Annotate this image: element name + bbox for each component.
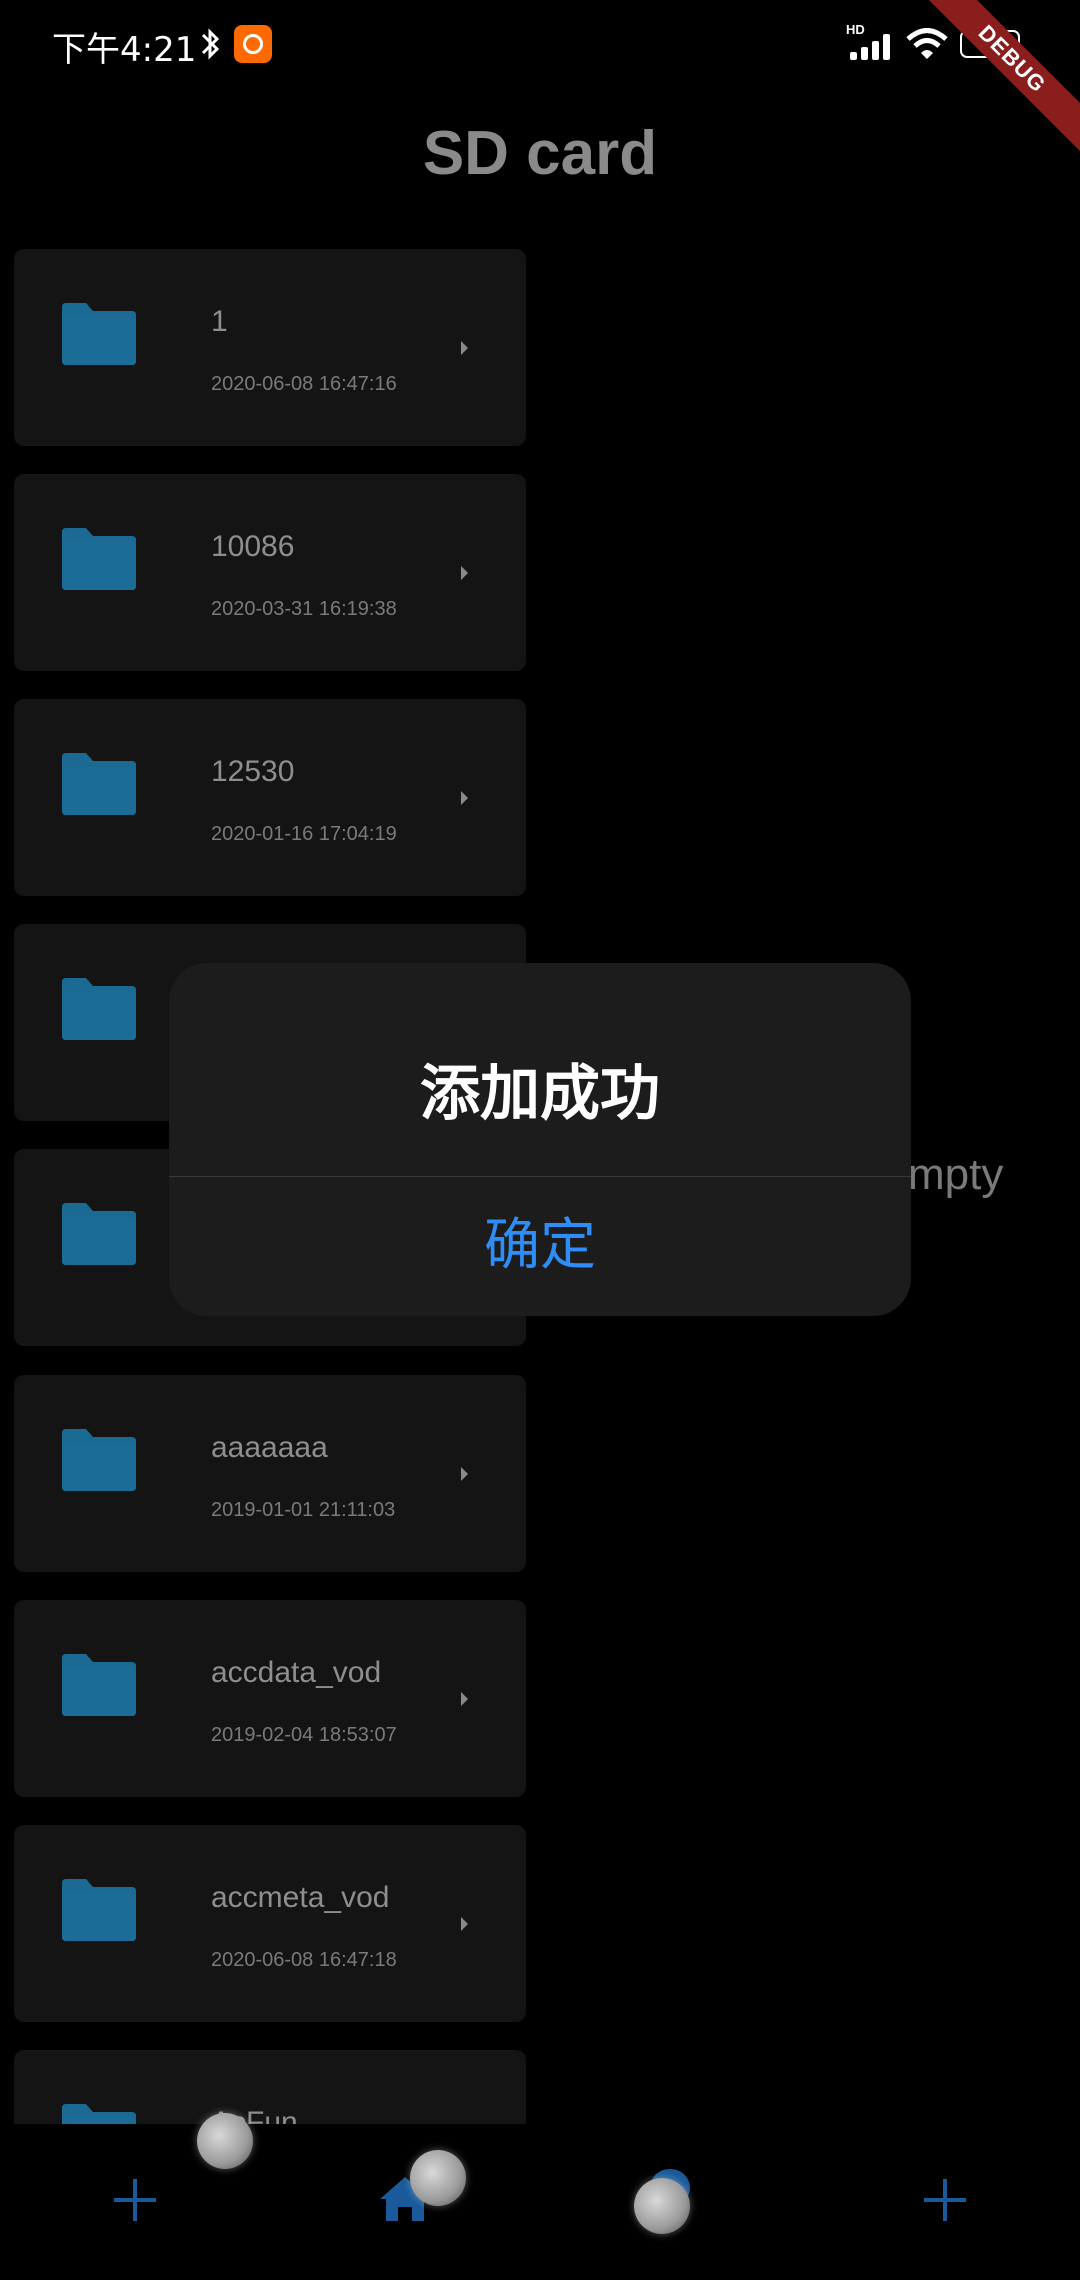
bottom-nav	[0, 2125, 1080, 2280]
plus-icon	[924, 2179, 966, 2221]
nav-add-button[interactable]	[90, 2155, 180, 2245]
touch-indicator	[634, 2178, 690, 2234]
confirm-button[interactable]: 确定	[169, 1176, 911, 1316]
alert-dialog: 添加成功 确定	[169, 963, 911, 1316]
touch-indicator	[197, 2113, 253, 2169]
dialog-title: 添加成功	[420, 1059, 660, 1129]
nav-add-button-right[interactable]	[900, 2155, 990, 2245]
screen: 下午4:21 HD 64 DEBUG SD card 1 2020-06-08 …	[0, 0, 1080, 2280]
touch-indicator	[410, 2150, 466, 2206]
plus-icon	[114, 2179, 156, 2221]
